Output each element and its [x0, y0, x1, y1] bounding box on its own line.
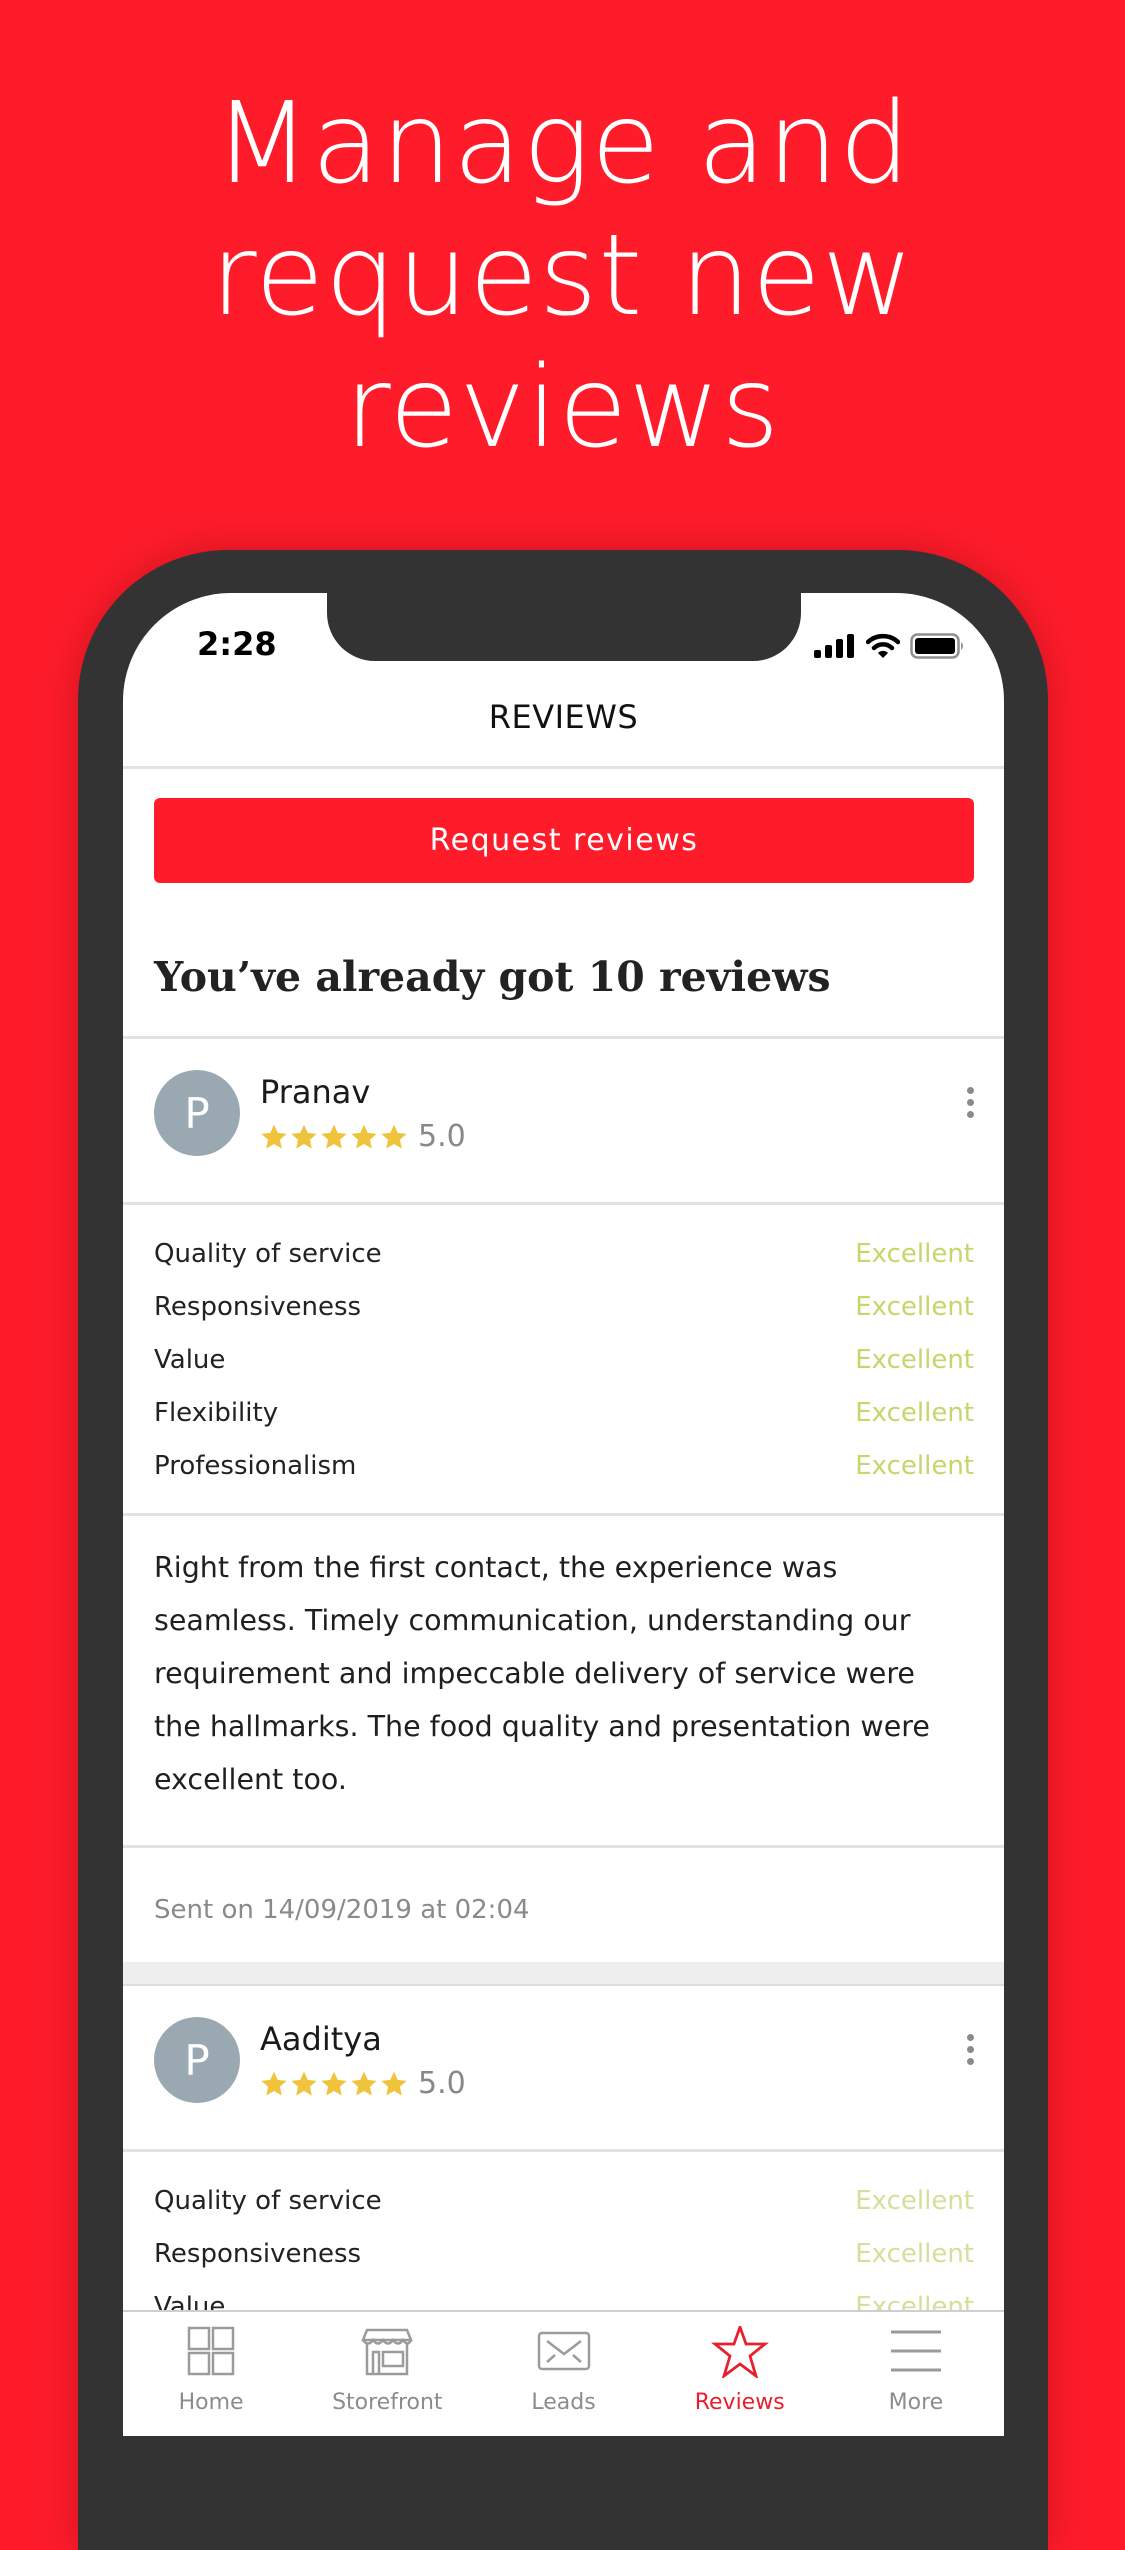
criteria-value: Excellent	[855, 1292, 974, 1322]
reviewer-name: Aaditya	[260, 2020, 382, 2058]
bottom-tab-bar: Home Storefront Leads Reviews More	[123, 2310, 1004, 2436]
star-icon	[710, 2326, 769, 2378]
star-icon	[261, 2071, 287, 2096]
criteria-row: Responsiveness Excellent	[154, 1292, 974, 1322]
headline-line-2: request new	[210, 211, 915, 341]
home-grid-icon	[187, 2326, 235, 2376]
criteria-label: Professionalism	[154, 1451, 357, 1481]
more-options-icon[interactable]	[964, 2034, 976, 2065]
criteria-value: Excellent	[855, 2239, 974, 2269]
star-icon	[261, 1124, 287, 1149]
tab-more[interactable]: More	[828, 2312, 1004, 2436]
promo-headline: Manage and request new reviews	[0, 78, 1125, 474]
hamburger-menu-icon	[890, 2330, 941, 2372]
tab-label: More	[888, 2390, 944, 2415]
criteria-label: Flexibility	[154, 1398, 279, 1428]
star-icon	[321, 2071, 347, 2096]
criteria-label: Responsiveness	[154, 2239, 362, 2269]
criteria-row: Flexibility Excellent	[154, 1398, 974, 1428]
criteria-value: Excellent	[855, 1345, 974, 1375]
status-time: 2:28	[197, 625, 277, 663]
sent-on-timestamp: Sent on 14/09/2019 at 02:04	[154, 1895, 530, 1925]
criteria-row: Professionalism Excellent	[154, 1451, 974, 1481]
reviewer-name: Pranav	[260, 1073, 371, 1111]
header-divider	[123, 766, 1004, 769]
star-icon	[381, 2071, 407, 2096]
tab-leads[interactable]: Leads	[475, 2312, 651, 2436]
tab-label: Home	[178, 2390, 244, 2415]
rating-value: 5.0	[418, 2066, 466, 2101]
phone-screen: 2:28 REVIEWS Request reviews You’ve alre…	[123, 593, 1004, 2436]
review-text-line: seamless. Timely communication, understa…	[154, 1604, 911, 1637]
headline-line-3: reviews	[344, 343, 781, 473]
headline-line-1: Manage and	[213, 79, 912, 209]
avatar: P	[154, 1070, 240, 1156]
storefront-icon	[361, 2328, 414, 2376]
star-icon	[321, 1124, 347, 1149]
star-icon	[381, 1124, 407, 1149]
tab-label: Reviews	[694, 2390, 785, 2415]
criteria-label: Quality of service	[154, 1239, 382, 1269]
card-divider	[123, 1513, 1004, 1516]
star-rating: 5.0	[260, 2066, 466, 2101]
tab-label: Storefront	[332, 2390, 443, 2415]
battery-icon	[910, 633, 963, 659]
review-text-line: the hallmarks. The food quality and pres…	[154, 1710, 930, 1743]
card-separator	[123, 1962, 1004, 1986]
phone-notch	[327, 593, 801, 661]
star-icon	[291, 2071, 317, 2096]
star-icon	[351, 1124, 377, 1149]
card-divider	[123, 1202, 1004, 1205]
section-divider	[123, 1036, 1004, 1039]
wifi-icon	[866, 633, 900, 658]
reviews-count-heading: You’ve already got 10 reviews	[154, 953, 831, 1001]
review-text-line: requirement and impeccable delivery of s…	[154, 1657, 915, 1690]
criteria-row: Responsiveness Excellent	[154, 2239, 974, 2269]
page-title: REVIEWS	[488, 698, 639, 736]
tab-label: Leads	[531, 2390, 596, 2415]
criteria-row: Quality of service Excellent	[154, 1239, 974, 1269]
criteria-row: Value Excellent	[154, 1345, 974, 1375]
criteria-label: Responsiveness	[154, 1292, 362, 1322]
card-divider	[123, 2149, 1004, 2152]
rating-value: 5.0	[418, 1119, 466, 1154]
criteria-row: Quality of service Excellent	[154, 2186, 974, 2216]
card-divider	[123, 1845, 1004, 1848]
tab-reviews[interactable]: Reviews	[652, 2312, 828, 2436]
tab-storefront[interactable]: Storefront	[299, 2312, 475, 2436]
envelope-icon	[537, 2331, 590, 2371]
criteria-label: Quality of service	[154, 2186, 382, 2216]
criteria-value: Excellent	[855, 1398, 974, 1428]
review-text-line: Right from the first contact, the experi…	[154, 1551, 838, 1584]
cellular-signal-icon	[814, 634, 854, 658]
more-options-icon[interactable]	[964, 1087, 976, 1118]
star-icon	[351, 2071, 377, 2096]
criteria-value: Excellent	[855, 2186, 974, 2216]
criteria-value: Excellent	[855, 1451, 974, 1481]
star-rating: 5.0	[260, 1119, 466, 1154]
criteria-label: Value	[154, 1345, 226, 1375]
avatar: P	[154, 2017, 240, 2103]
status-icons	[814, 633, 966, 659]
review-text: Right from the first contact, the experi…	[154, 1541, 954, 1806]
tab-home[interactable]: Home	[123, 2312, 299, 2436]
review-text-line: excellent too.	[154, 1763, 347, 1796]
criteria-value: Excellent	[855, 1239, 974, 1269]
request-reviews-button[interactable]: Request reviews	[154, 798, 974, 883]
star-icon	[291, 1124, 317, 1149]
